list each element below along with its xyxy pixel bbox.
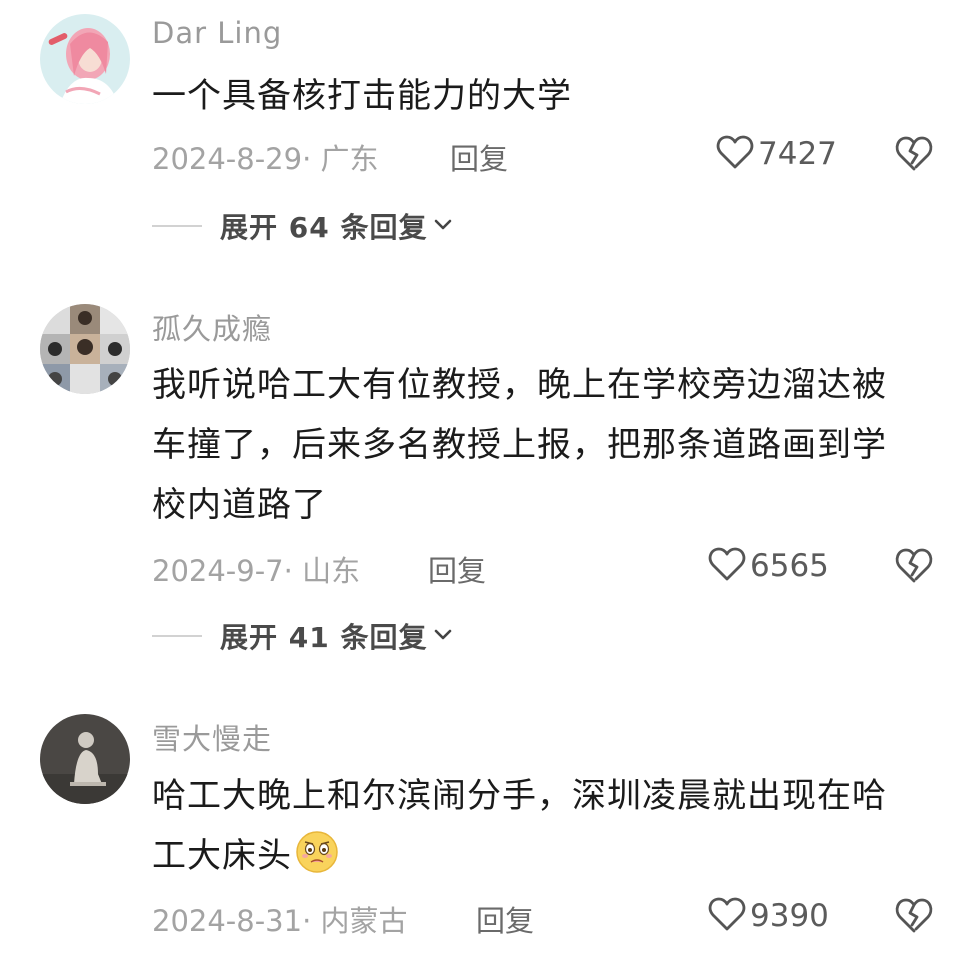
comment-text: 哈工大晚上和尔滨闹分手，深圳凌晨就出现在哈 工大床头 bbox=[152, 766, 932, 886]
comment-meta: 2024-9-7· 山东 bbox=[152, 554, 361, 588]
like-count: 7427 bbox=[758, 136, 837, 172]
comment-text: 一个具备核打击能力的大学 bbox=[152, 76, 572, 116]
broken-heart-icon bbox=[894, 898, 934, 938]
dislike-button[interactable] bbox=[894, 546, 934, 584]
avatar[interactable] bbox=[40, 714, 130, 804]
chevron-down-icon bbox=[427, 627, 453, 646]
heart-outline-icon bbox=[708, 546, 746, 586]
username[interactable]: 孤久成瘾 bbox=[152, 306, 272, 348]
like-count: 6565 bbox=[750, 548, 829, 584]
chevron-down-icon bbox=[427, 217, 453, 236]
expand-replies-button[interactable]: 展开 64 条回复 bbox=[152, 206, 453, 246]
reply-button[interactable]: 回复 bbox=[450, 136, 508, 178]
expand-replies-label: 展开 64 条回复 bbox=[220, 211, 428, 244]
like-button[interactable]: 7427 bbox=[716, 134, 837, 174]
avatar[interactable] bbox=[40, 14, 130, 104]
username[interactable]: 雪大慢走 bbox=[152, 716, 272, 758]
comment-text-line: 校内道路了 bbox=[152, 485, 327, 525]
like-button[interactable]: 6565 bbox=[708, 546, 829, 586]
expand-replies-button[interactable]: 展开 41 条回复 bbox=[152, 616, 453, 656]
heart-outline-icon bbox=[708, 896, 746, 936]
heart-outline-icon bbox=[716, 134, 754, 174]
dislike-button[interactable] bbox=[894, 134, 934, 172]
expand-replies-label: 展开 41 条回复 bbox=[220, 621, 428, 654]
like-count: 9390 bbox=[750, 898, 829, 934]
avatar[interactable] bbox=[40, 304, 130, 394]
comment-text-line: 哈工大晚上和尔滨闹分手，深圳凌晨就出现在哈 bbox=[152, 776, 887, 816]
comment-text-line: 我听说哈工大有位教授，晚上在学校旁边溜达被 bbox=[152, 365, 887, 405]
comment-text-fragment: 工大床头 bbox=[152, 836, 292, 876]
comment-text-line: 车撞了，后来多名教授上报，把那条道路画到学 bbox=[152, 425, 887, 465]
comment-text-line: 工大床头 bbox=[152, 826, 932, 886]
username[interactable]: Dar Ling bbox=[152, 16, 282, 50]
dislike-button[interactable] bbox=[894, 896, 934, 934]
like-button[interactable]: 9390 bbox=[708, 896, 829, 936]
comment-meta: 2024-8-29· 广东 bbox=[152, 142, 379, 176]
reply-button[interactable]: 回复 bbox=[476, 898, 534, 940]
divider bbox=[152, 225, 202, 227]
comment-text: 我听说哈工大有位教授，晚上在学校旁边溜达被 车撞了，后来多名教授上报，把那条道路… bbox=[152, 355, 932, 535]
reply-button[interactable]: 回复 bbox=[428, 548, 486, 590]
broken-heart-icon bbox=[894, 548, 934, 588]
broken-heart-icon bbox=[894, 136, 934, 176]
comment-meta: 2024-8-31· 内蒙古 bbox=[152, 904, 408, 938]
worried-face-emoji bbox=[294, 829, 340, 875]
divider bbox=[152, 635, 202, 637]
